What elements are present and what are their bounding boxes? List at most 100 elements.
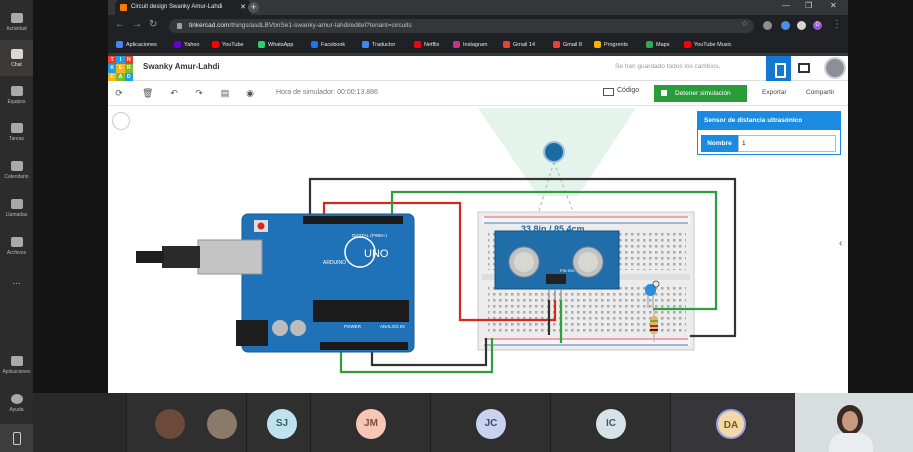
bookmark-gmail-8[interactable]: Gmail 8 <box>553 41 582 48</box>
redo-icon[interactable]: ↷ <box>194 88 204 98</box>
bell-icon <box>10 12 23 23</box>
menu-icon[interactable]: ⋮ <box>832 19 842 30</box>
board-brand-label: ARDUINO <box>323 260 346 266</box>
tinkercad-logo[interactable]: TIN KER CAD <box>108 56 133 81</box>
participant-tile[interactable]: IC <box>550 393 670 452</box>
participant-tile[interactable]: JM <box>310 393 430 452</box>
bookmark-apps[interactable]: Aplicaciones <box>116 41 157 48</box>
delete-icon[interactable]: 🗑 <box>142 88 153 98</box>
name-field-label: Nombre <box>701 135 738 152</box>
visibility-icon[interactable]: ◉ <box>245 88 255 98</box>
bookmark-youtube[interactable]: YouTube <box>212 41 244 48</box>
reload-icon[interactable]: ↻ <box>149 19 157 30</box>
rail-item-teams[interactable]: Equipos <box>0 77 33 113</box>
star-icon[interactable]: ☆ <box>741 19 748 28</box>
close-tab-icon[interactable]: ✕ <box>240 0 246 15</box>
lock-icon <box>177 23 182 29</box>
bookmark-netflix[interactable]: Netflix <box>414 41 439 48</box>
bookmark-instagram[interactable]: Instagram <box>453 41 487 48</box>
participant-tile[interactable]: JC <box>430 393 550 452</box>
rail-item-files[interactable]: Archivos <box>0 228 33 264</box>
participant-tile[interactable]: DA <box>670 393 795 452</box>
bookmark-maps[interactable]: Maps <box>646 41 669 48</box>
undo-icon[interactable]: ↶ <box>169 88 179 98</box>
teams-app-rail: Actividad Chat Equipos Tareas Calendario… <box>0 0 33 452</box>
device-button[interactable] <box>0 424 33 452</box>
participant-avatar: JM <box>356 409 386 439</box>
bookmark-youtube-music[interactable]: YouTube Music <box>684 41 732 48</box>
back-icon[interactable]: ← <box>115 19 125 30</box>
yahoo-icon <box>174 41 181 48</box>
rail-item-activity[interactable]: Actividad <box>0 4 33 40</box>
maps-icon <box>646 41 653 48</box>
bookmark-facebook[interactable]: Facebook <box>311 41 345 48</box>
participant-avatar: DA <box>716 409 746 439</box>
project-title[interactable]: Swanky Amur-Lahdi <box>143 62 220 71</box>
bookmark-translator[interactable]: Traductor <box>362 41 395 48</box>
power-pins-label: POWER <box>344 324 362 329</box>
tinkercad-favicon <box>120 4 127 11</box>
rail-item-more[interactable]: ... <box>0 264 33 300</box>
url-input[interactable]: tinkercad.com/things/asdLBVbnSe1-swanky-… <box>169 19 754 33</box>
sensor-distance-readout: 33.8in / 85.4cm <box>521 224 585 234</box>
rail-item-apps[interactable]: Aplicaciones <box>0 347 33 383</box>
rail-item-calendar[interactable]: Calendario <box>0 152 33 188</box>
component-list-icon[interactable] <box>798 63 810 73</box>
participant-tile[interactable] <box>126 393 246 452</box>
browser-tab[interactable]: Circuit design Swanky Amur-Lahdi ✕ <box>115 0 251 15</box>
translate-icon <box>362 41 369 48</box>
participant-photo <box>155 409 185 439</box>
chevron-left-icon[interactable]: ‹ <box>839 238 842 249</box>
bookmark-progrents[interactable]: Progrents <box>594 41 628 48</box>
whatsapp-icon <box>258 41 265 48</box>
digital-pins-label: DIGITAL (PWM~) <box>352 233 387 238</box>
maximize-icon[interactable]: ❐ <box>805 1 812 10</box>
close-window-icon[interactable]: ✕ <box>830 1 837 10</box>
teams-icon <box>10 85 23 96</box>
circuit-canvas[interactable]: 33.8in / 85.4cm PIN SIG UNO ARDUINO DIGI… <box>108 106 848 393</box>
rail-item-assignments[interactable]: Tareas <box>0 114 33 150</box>
minimize-icon[interactable]: — <box>782 1 790 10</box>
circuit-view-button[interactable] <box>766 56 791 81</box>
arduino-uno-board[interactable]: UNO ARDUINO DIGITAL (PWM~) POWER ANALOG … <box>136 213 415 353</box>
instagram-icon <box>453 41 460 48</box>
phone-device-icon <box>12 431 21 445</box>
code-button[interactable]: Código <box>603 87 639 96</box>
export-button[interactable]: Exportar <box>762 89 787 96</box>
name-field[interactable]: 1 <box>738 135 836 152</box>
chat-icon <box>10 48 23 59</box>
self-video-tile[interactable] <box>795 393 913 452</box>
apps-grid-icon <box>116 41 123 48</box>
forward-icon[interactable]: → <box>132 19 142 30</box>
simulation-timer: Hora de simulador: 00:00:13.886 <box>276 89 378 96</box>
facebook-icon <box>311 41 318 48</box>
new-tab-button[interactable]: + <box>248 2 259 13</box>
participant-avatar: IC <box>596 409 626 439</box>
rail-item-help[interactable]: Ayuda <box>0 385 33 421</box>
stop-simulation-button[interactable]: Detener simulación <box>654 85 747 102</box>
gmail-icon <box>503 41 510 48</box>
extension-icon[interactable] <box>781 21 790 30</box>
youtube-music-icon <box>684 41 691 48</box>
files-icon <box>10 236 23 247</box>
rail-item-chat[interactable]: Chat <box>0 40 33 76</box>
participant-tile[interactable]: SJ <box>246 393 310 452</box>
gmail-icon <box>553 41 560 48</box>
notes-icon[interactable]: ▤ <box>220 88 230 98</box>
assignments-icon <box>10 122 23 133</box>
address-bar-row: ← → ↻ tinkercad.com/things/asdLBVbnSe1-s… <box>108 15 848 37</box>
user-avatar[interactable] <box>824 57 846 79</box>
extension-icon[interactable] <box>763 21 772 30</box>
bookmark-whatsapp[interactable]: WhatsApp <box>258 41 293 48</box>
tinkercad-header: TIN KER CAD Swanky Amur-Lahdi Se han gua… <box>108 56 848 81</box>
target-object[interactable] <box>543 141 565 163</box>
bookmarks-bar: Aplicaciones Yahoo YouTube WhatsApp Face… <box>108 37 848 53</box>
puzzle-icon[interactable] <box>797 21 806 30</box>
bookmark-gmail-14[interactable]: Gmail 14 <box>503 41 535 48</box>
sensor-pin-label: PIN SIG <box>560 268 575 273</box>
rail-item-calls[interactable]: Llamadas <box>0 190 33 226</box>
bookmark-yahoo[interactable]: Yahoo <box>174 41 200 48</box>
share-button[interactable]: Compartir <box>806 89 835 96</box>
profile-avatar[interactable]: D <box>813 21 822 30</box>
rotate-icon[interactable]: ⟳ <box>114 88 124 98</box>
